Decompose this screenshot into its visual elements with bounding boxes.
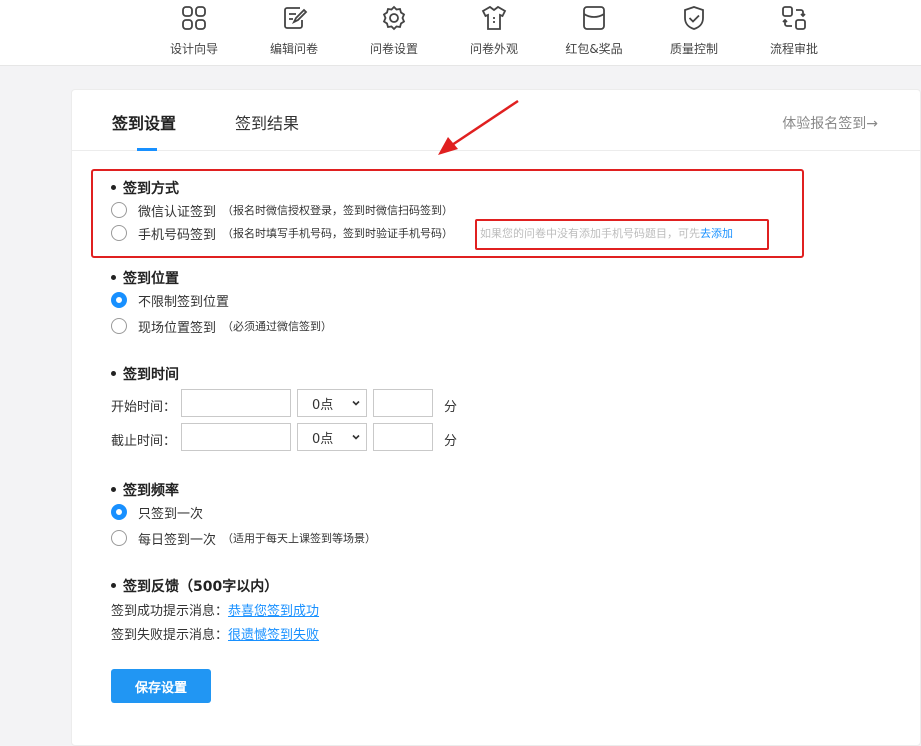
section-title-frequency: 签到频率 [111, 480, 179, 500]
success-message-row: 签到成功提示消息：恭喜您签到成功 [111, 600, 319, 619]
success-message-label: 签到成功提示消息： [111, 604, 229, 619]
option-note: （适用于每天上课签到等场景） [222, 532, 377, 545]
radio-button-checked[interactable] [111, 292, 127, 308]
success-message-link[interactable]: 恭喜您签到成功 [228, 604, 319, 619]
start-date-input[interactable] [181, 389, 291, 417]
bullet [111, 582, 116, 588]
end-date-input[interactable] [181, 423, 291, 451]
radio-button[interactable] [111, 530, 127, 546]
radio-unrestricted-location[interactable]: 不限制签到位置 [111, 290, 229, 310]
fail-message-link[interactable]: 很遗憾签到失败 [228, 628, 319, 643]
end-time-label: 截止时间： [111, 434, 177, 449]
envelope-icon [583, 6, 605, 30]
nav-item-quality-control[interactable]: 质量控制 [649, 4, 739, 57]
annotation-arrow [438, 99, 519, 155]
select-value: 0点 [312, 431, 334, 447]
fail-message-label: 签到失败提示消息： [111, 628, 229, 643]
tab-signin-results[interactable]: 签到结果 [235, 110, 299, 134]
nav-label: 质量控制 [669, 42, 718, 56]
nav-label: 设计向导 [169, 42, 218, 56]
nav-item-design-guide[interactable]: 设计向导 [149, 4, 239, 57]
grid-icon [182, 6, 206, 30]
section-title-feedback: 签到反馈（500字以内） [111, 576, 278, 596]
end-minute-input[interactable] [373, 423, 433, 451]
shirt-icon [481, 5, 507, 30]
gear-icon [382, 5, 406, 31]
option-label: 只签到一次 [138, 506, 204, 522]
top-nav: 设计向导 编辑问卷 问卷设置 问卷外观 红包&奖品 质量控制 流程审批 [0, 0, 921, 66]
section-title-text: 签到频率 [123, 483, 179, 499]
nav-label: 编辑问卷 [269, 42, 318, 56]
annotation-box-hint [475, 219, 769, 250]
select-value: 0点 [312, 397, 334, 413]
trial-registration-link[interactable]: 体验报名签到→ [782, 113, 878, 133]
tab-signin-settings[interactable]: 签到设置 [112, 110, 176, 151]
section-title-time: 签到时间 [111, 364, 179, 384]
nav-item-workflow-approval[interactable]: 流程审批 [749, 4, 839, 57]
start-minute-input[interactable] [373, 389, 433, 417]
shield-check-icon [684, 6, 704, 30]
start-hour-select[interactable]: 0点 [297, 389, 367, 417]
nav-item-edit-survey[interactable]: 编辑问卷 [249, 4, 339, 57]
option-note: （必须通过微信签到） [222, 320, 333, 333]
radio-onsite-location[interactable]: 现场位置签到 （必须通过微信签到） [111, 316, 332, 336]
radio-once-only[interactable]: 只签到一次 [111, 502, 203, 522]
end-hour-select[interactable]: 0点 [297, 423, 367, 451]
nav-item-red-packet-prizes[interactable]: 红包&奖品 [549, 4, 639, 57]
fail-message-row: 签到失败提示消息：很遗憾签到失败 [111, 624, 319, 643]
section-title-text: 签到反馈（500字以内） [123, 579, 279, 595]
chevron-down-icon [352, 400, 360, 406]
edit-icon [284, 7, 308, 29]
nav-item-survey-settings[interactable]: 问卷设置 [349, 4, 439, 57]
minute-unit: 分 [444, 434, 458, 449]
nav-label: 问卷外观 [469, 42, 518, 56]
option-label: 不限制签到位置 [138, 294, 230, 310]
minute-unit: 分 [444, 400, 458, 415]
bullet [111, 486, 116, 492]
workflow-icon [782, 6, 806, 30]
option-label: 每日签到一次 [138, 532, 217, 548]
option-label: 现场位置签到 [138, 320, 217, 336]
save-settings-button[interactable]: 保存设置 [111, 669, 211, 703]
radio-daily-once[interactable]: 每日签到一次 （适用于每天上课签到等场景） [111, 528, 376, 548]
nav-label: 红包&奖品 [565, 42, 623, 56]
chevron-down-icon [352, 434, 360, 440]
start-time-label: 开始时间： [111, 400, 177, 415]
radio-button[interactable] [111, 318, 127, 334]
section-title-text: 签到时间 [123, 367, 179, 383]
nav-item-survey-appearance[interactable]: 问卷外观 [449, 4, 539, 57]
bullet [111, 274, 116, 280]
section-title-text: 签到位置 [123, 271, 179, 287]
section-title-location: 签到位置 [111, 268, 179, 288]
nav-label: 问卷设置 [369, 42, 418, 56]
nav-label: 流程审批 [769, 42, 818, 56]
radio-button-checked[interactable] [111, 504, 127, 520]
bullet [111, 370, 116, 376]
